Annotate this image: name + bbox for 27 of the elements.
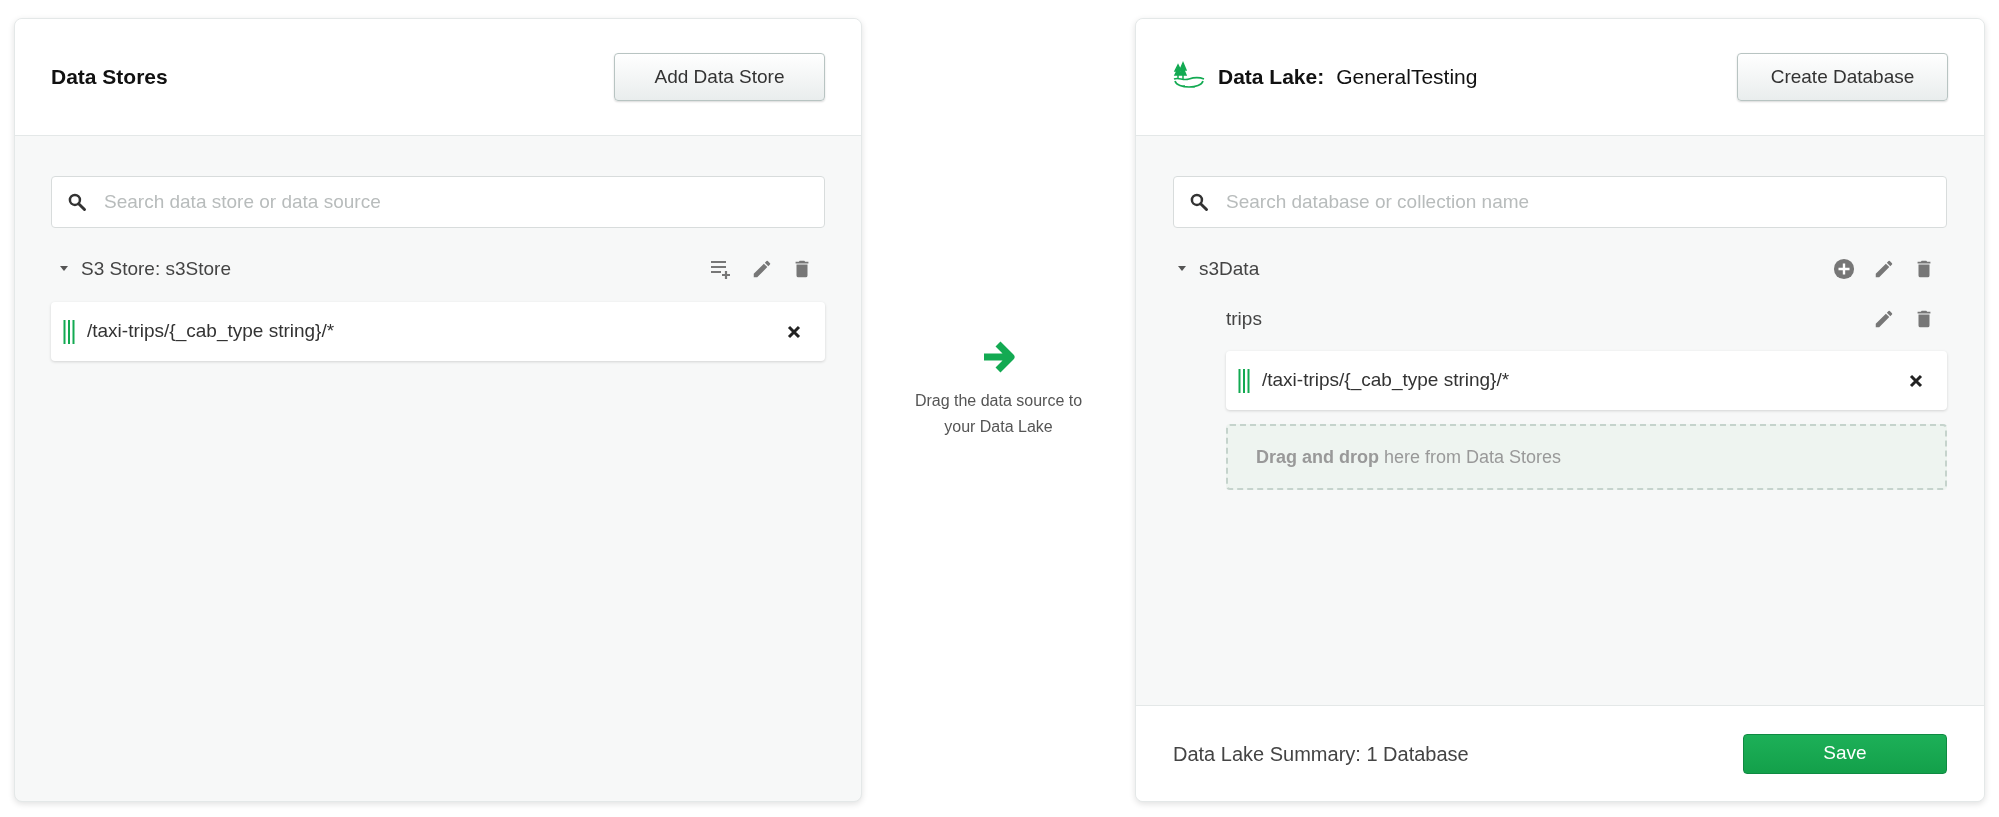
search-icon bbox=[67, 192, 87, 212]
data-source-card[interactable]: /taxi-trips/{_cab_type string}/* bbox=[51, 302, 825, 361]
add-list-icon[interactable] bbox=[709, 258, 733, 280]
database-name[interactable]: s3Data bbox=[1199, 254, 1833, 284]
bars-icon bbox=[1238, 368, 1250, 393]
close-icon[interactable] bbox=[1909, 373, 1923, 388]
panel-title: Data Lake: bbox=[1218, 64, 1325, 91]
search-field[interactable]: Search data store or data source bbox=[51, 176, 825, 228]
pencil-icon[interactable] bbox=[1873, 308, 1895, 330]
pencil-icon[interactable] bbox=[1873, 258, 1895, 280]
summary-text: Data Lake Summary: 1 Database bbox=[1173, 741, 1469, 767]
data-source-card[interactable]: /taxi-trips/{_cab_type string}/* bbox=[1226, 351, 1947, 410]
drag-hint: Drag the data source to your Data Lake bbox=[913, 391, 1084, 437]
source-path: /taxi-trips/{_cab_type string}/* bbox=[1262, 368, 1511, 393]
search-field[interactable]: Search database or collection name bbox=[1173, 176, 1947, 228]
data-lake-name: GeneralTesting bbox=[1336, 64, 1478, 91]
panel-title: Data Stores bbox=[51, 64, 168, 91]
close-icon[interactable] bbox=[787, 324, 801, 339]
add-data-store-button[interactable]: Add Data Store bbox=[614, 53, 825, 101]
store-label[interactable]: S3 Store: s3Store bbox=[81, 254, 709, 284]
pencil-icon[interactable] bbox=[751, 258, 773, 280]
create-database-button[interactable]: Create Database bbox=[1737, 53, 1948, 101]
collection-name[interactable]: trips bbox=[1226, 304, 1873, 334]
source-path: /taxi-trips/{_cab_type string}/* bbox=[87, 319, 336, 344]
bars-icon bbox=[63, 319, 75, 344]
plus-circle-icon[interactable] bbox=[1833, 258, 1855, 280]
search-icon bbox=[1189, 192, 1209, 212]
